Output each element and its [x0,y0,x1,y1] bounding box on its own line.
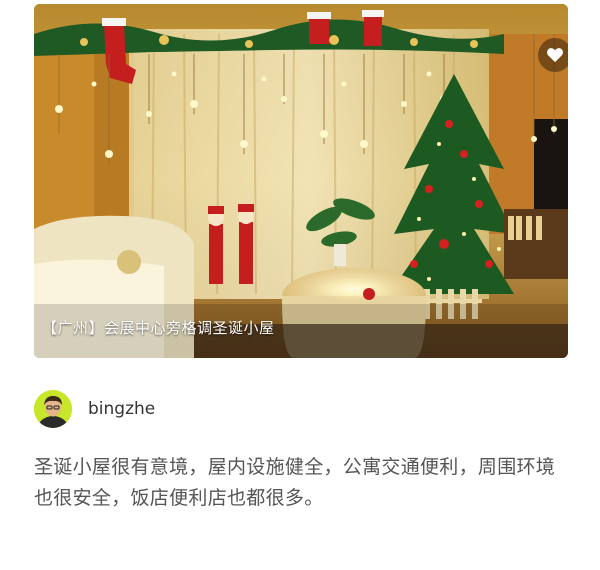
author-name[interactable]: bingzhe [88,399,155,419]
christmas-room-image [34,4,568,358]
photo-caption: 【广州】会展中心旁格调圣诞小屋 [42,319,275,337]
review-text: 圣诞小屋很有意境，屋内设施健全，公寓交通便利，周围环境也很安全，饭店便利店也都很… [34,456,556,509]
favorite-button[interactable] [538,38,568,72]
user-avatar-icon [34,390,72,428]
heart-icon [547,48,563,63]
avatar[interactable] [34,390,72,428]
listing-photo[interactable]: 【广州】会展中心旁格调圣诞小屋 [34,4,568,358]
review-author[interactable]: bingzhe [34,390,155,428]
